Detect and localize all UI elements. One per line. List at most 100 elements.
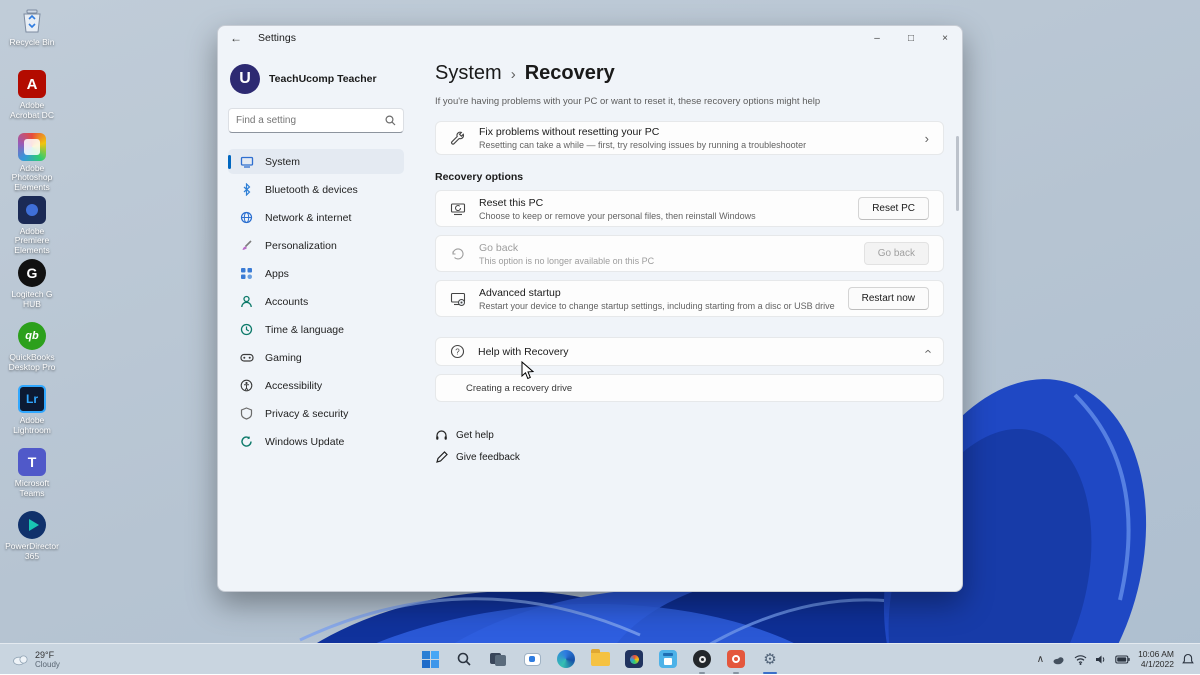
go-back-button: Go back	[864, 242, 929, 265]
desktop-icon-label: Adobe Premiere Elements	[5, 227, 59, 256]
scrollbar-thumb[interactable]	[956, 136, 959, 211]
hidden-icons-chevron-icon[interactable]: ∧	[1037, 654, 1044, 665]
start-button[interactable]	[418, 647, 442, 671]
back-button[interactable]: ←	[230, 31, 250, 45]
onedrive-icon[interactable]	[1052, 654, 1066, 665]
sidebar-item-label: Accessibility	[265, 380, 322, 392]
minimize-button[interactable]: –	[860, 26, 894, 50]
desktop-icons: Recycle Bin A Adobe Acrobat DC Adobe Pho…	[4, 4, 60, 570]
chat-button[interactable]	[520, 647, 544, 671]
svg-text:?: ?	[455, 347, 460, 356]
close-button[interactable]: ×	[928, 26, 962, 50]
desktop-icon-label: Adobe Photoshop Elements	[5, 164, 59, 193]
sidebar-item-bluetooth-devices[interactable]: Bluetooth & devices	[228, 177, 404, 202]
desktop-icon-quickbooks[interactable]: qb QuickBooks Desktop Pro	[4, 319, 60, 381]
footer-links: Get help Give feedback	[435, 429, 944, 464]
card-title: Reset this PC	[479, 197, 756, 209]
weather-condition: Cloudy	[35, 660, 60, 669]
desktop-icon-powerdirector[interactable]: PowerDirector 365	[4, 508, 60, 570]
card-description: Restart your device to change startup se…	[479, 301, 835, 311]
desktop-icon-label: PowerDirector 365	[5, 542, 59, 561]
chevron-up-icon: ›	[919, 349, 934, 353]
desktop-icon-photoshop-elements[interactable]: Adobe Photoshop Elements	[4, 130, 60, 192]
sidebar-item-personalization[interactable]: Personalization	[228, 233, 404, 258]
card-title: Advanced startup	[479, 287, 835, 299]
restart-now-button[interactable]: Restart now	[848, 287, 929, 310]
help-link-row[interactable]: Creating a recovery drive	[435, 374, 944, 402]
help-with-recovery-expander[interactable]: ? Help with Recovery ›	[435, 337, 944, 366]
clock-time: 10:06 AM	[1138, 649, 1174, 659]
photos-button[interactable]	[622, 647, 646, 671]
go-back-card: Go back This option is no longer availab…	[435, 235, 944, 272]
weather-widget[interactable]: 29°F Cloudy	[6, 646, 66, 672]
breadcrumb-system[interactable]: System	[435, 62, 502, 85]
clock-date: 4/1/2022	[1141, 659, 1174, 669]
sidebar-item-apps[interactable]: Apps	[228, 261, 404, 286]
task-view-icon	[490, 653, 506, 666]
wifi-icon[interactable]	[1074, 654, 1087, 665]
quickbooks-icon: qb	[17, 321, 47, 351]
desktop-icon-label: Adobe Lightroom	[5, 416, 59, 435]
sidebar-item-gaming[interactable]: Gaming	[228, 345, 404, 370]
recorder-app-button[interactable]	[724, 647, 748, 671]
desktop-icon-premiere-elements[interactable]: Adobe Premiere Elements	[4, 193, 60, 255]
sidebar-item-accounts[interactable]: Accounts	[228, 289, 404, 314]
file-explorer-button[interactable]	[588, 647, 612, 671]
recovery-drive-link[interactable]: Creating a recovery drive	[466, 383, 572, 394]
desktop-icon-logitech-ghub[interactable]: G Logitech G HUB	[4, 256, 60, 318]
taskbar-search-button[interactable]	[452, 647, 476, 671]
reset-pc-button[interactable]: Reset PC	[858, 197, 929, 220]
desktop-icon-label: Adobe Acrobat DC	[5, 101, 59, 120]
sidebar-item-label: Accounts	[265, 296, 308, 308]
sidebar-item-system[interactable]: System	[228, 149, 404, 174]
sidebar-item-label: Time & language	[265, 324, 344, 336]
user-account[interactable]: U TeachUcomp Teacher	[230, 64, 404, 94]
settings-app-button[interactable]: ⚙	[758, 647, 782, 671]
task-view-button[interactable]	[486, 647, 510, 671]
edge-button[interactable]	[554, 647, 578, 671]
sidebar-item-accessibility[interactable]: Accessibility	[228, 373, 404, 398]
maximize-button[interactable]: □	[894, 26, 928, 50]
sidebar-item-windows-update[interactable]: Windows Update	[228, 429, 404, 454]
media-app-button[interactable]	[690, 647, 714, 671]
search-icon	[457, 652, 472, 667]
search-box[interactable]	[228, 108, 404, 133]
desktop-icon-recycle-bin[interactable]: Recycle Bin	[4, 4, 60, 66]
taskbar-clock[interactable]: 10:06 AM 4/1/2022	[1138, 649, 1174, 669]
avatar: U	[230, 64, 260, 94]
card-title: Go back	[479, 242, 654, 254]
sidebar-item-label: Apps	[265, 268, 289, 280]
system-tray: ∧ 10:06 AM 4/1/2022	[1037, 644, 1194, 675]
sidebar-item-time-language[interactable]: Time & language	[228, 317, 404, 342]
windows-logo-icon	[422, 651, 439, 668]
sidebar-item-privacy-security[interactable]: Privacy & security	[228, 401, 404, 426]
brush-icon	[239, 238, 254, 253]
store-button[interactable]	[656, 647, 680, 671]
sidebar-item-label: Bluetooth & devices	[265, 184, 358, 196]
gear-icon: ⚙	[763, 650, 776, 668]
advanced-startup-icon	[450, 291, 466, 307]
search-input[interactable]	[236, 115, 385, 126]
store-icon	[659, 650, 677, 668]
globe-icon	[239, 210, 254, 225]
speaker-icon[interactable]	[1095, 654, 1107, 665]
desktop-icon-adobe-acrobat[interactable]: A Adobe Acrobat DC	[4, 67, 60, 129]
notification-bell-icon[interactable]	[1182, 653, 1194, 666]
settings-window: ← Settings – □ × U TeachUcomp Teacher	[217, 25, 963, 592]
wrench-icon	[450, 130, 466, 146]
breadcrumb: System › Recovery	[435, 62, 944, 85]
sidebar-item-network-internet[interactable]: Network & internet	[228, 205, 404, 230]
desktop-icon-teams[interactable]: T Microsoft Teams	[4, 445, 60, 507]
person-icon	[239, 294, 254, 309]
recycle-bin-icon	[17, 6, 47, 36]
desktop-icon-label: Logitech G HUB	[5, 290, 59, 309]
clock-icon	[239, 322, 254, 337]
desktop-icon-lightroom[interactable]: Lr Adobe Lightroom	[4, 382, 60, 444]
recorder-app-icon	[727, 650, 745, 668]
battery-icon[interactable]	[1115, 655, 1130, 664]
fix-problems-card[interactable]: Fix problems without resetting your PC R…	[435, 121, 944, 155]
get-help-link[interactable]: Get help	[435, 429, 944, 442]
give-feedback-link[interactable]: Give feedback	[435, 451, 944, 464]
desktop-background: Recycle Bin A Adobe Acrobat DC Adobe Pho…	[0, 0, 1200, 674]
reset-pc-icon	[450, 201, 466, 217]
